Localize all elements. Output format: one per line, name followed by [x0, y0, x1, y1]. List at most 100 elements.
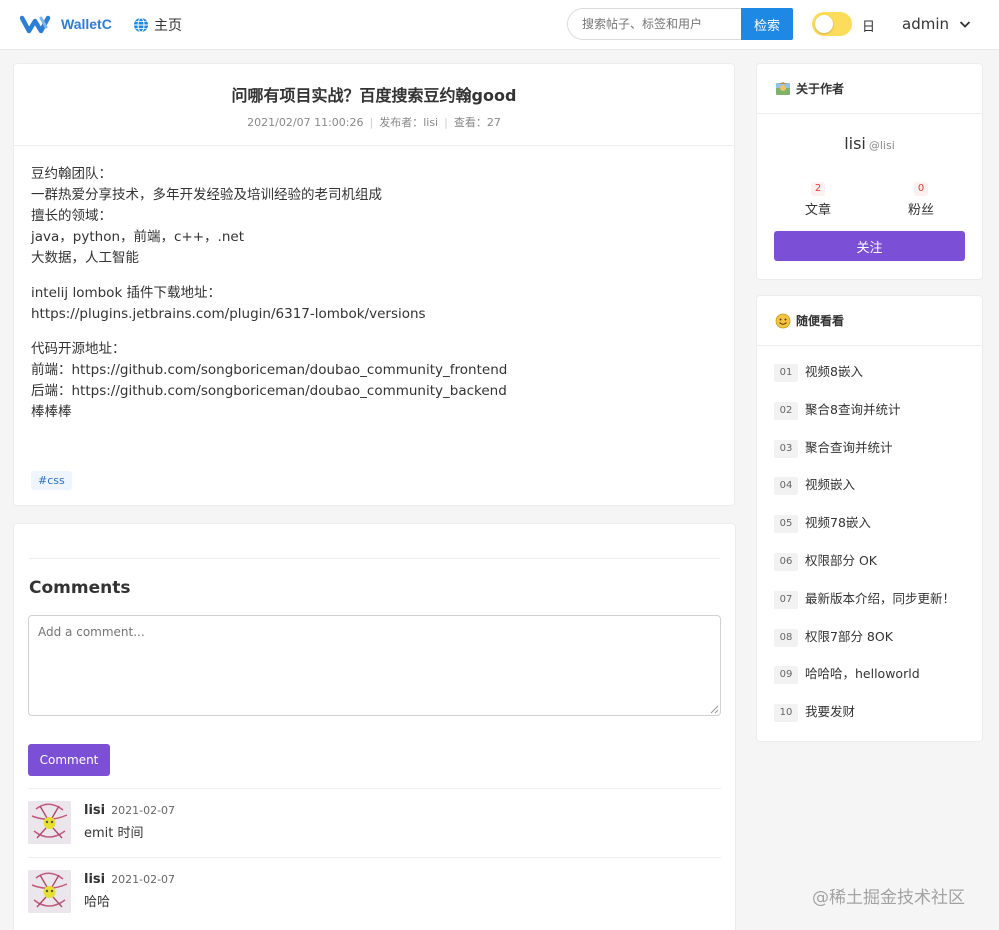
random-card-header: 随便看看: [757, 296, 982, 346]
item-number: 04: [774, 477, 798, 496]
globe-icon: [134, 17, 148, 33]
logo[interactable]: WalletC: [20, 12, 112, 36]
comment-author: lisi 2021-02-07: [84, 803, 175, 818]
item-title[interactable]: 最新版本介绍，同步更新！: [805, 589, 955, 609]
random-post-item[interactable]: 03 聚合查询并统计: [774, 438, 974, 476]
item-title[interactable]: 视频嵌入: [805, 475, 855, 495]
comment-author-name: lisi: [84, 872, 106, 887]
item-title[interactable]: 权限7部分 8OK: [805, 627, 893, 647]
username: admin: [902, 15, 949, 33]
search-input[interactable]: [567, 8, 742, 40]
item-number: 06: [774, 552, 798, 571]
comments-title: Comments: [29, 578, 131, 598]
stat-fans[interactable]: 0 粉丝: [891, 176, 951, 218]
theme-label: 日: [862, 20, 876, 35]
item-number: 03: [774, 439, 798, 458]
fans-count: 0: [913, 182, 929, 196]
author-card: 关于作者 lisi @lisi 2 文章 0 粉丝 关注: [756, 63, 983, 280]
articles-label: 文章: [804, 203, 831, 218]
random-post-item[interactable]: 06 权限部分 OK: [774, 551, 974, 589]
comment-date: 2021-02-07: [111, 804, 176, 817]
random-posts-card: 随便看看 01 视频8嵌入 02 聚合8查询并统计 03 聚合查询并统计 04 视频嵌入…: [756, 295, 983, 742]
comment-text: emit 时间: [84, 826, 144, 841]
random-post-list: 01 视频8嵌入 02 聚合8查询并统计 03 聚合查询并统计 04 视频嵌入 05 视频…: [774, 362, 974, 740]
submit-comment-button[interactable]: Comment: [28, 744, 110, 776]
logo-icon: [20, 15, 51, 34]
theme-toggle[interactable]: [812, 12, 852, 36]
author-name[interactable]: lisi: [844, 134, 866, 153]
text-line: https://plugins.jetbrains.com/plugin/631…: [31, 306, 426, 322]
paragraph: 代码开源地址： 前端：https://github.com/songborice…: [31, 339, 721, 423]
item-title[interactable]: 我要发财: [805, 702, 855, 722]
item-number: 02: [774, 401, 798, 420]
search-button[interactable]: 检索: [741, 8, 793, 40]
divider: [29, 558, 720, 559]
item-number: 05: [774, 515, 798, 534]
article-meta: 2021/02/07 11:00:26 | 发布者：lisi | 查看：27: [247, 116, 501, 129]
author-handle: @lisi: [868, 139, 895, 152]
text-line: 豆约翰团队：: [31, 166, 112, 182]
item-title[interactable]: 聚合查询并统计: [805, 438, 893, 458]
top-navbar: WalletC 主页 检索 日 admin: [0, 0, 999, 50]
random-post-item[interactable]: 05 视频78嵌入: [774, 513, 974, 551]
random-post-item[interactable]: 01 视频8嵌入: [774, 362, 974, 400]
random-post-item[interactable]: 09 哈哈哈，helloworld: [774, 664, 974, 702]
resize-grip-icon[interactable]: [710, 705, 719, 714]
random-card-title: 随便看看: [796, 314, 845, 328]
random-post-item[interactable]: 04 视频嵌入: [774, 475, 974, 513]
item-number: 01: [774, 364, 798, 382]
item-title[interactable]: 视频78嵌入: [805, 513, 871, 533]
smiley-icon: [775, 313, 791, 328]
item-number: 08: [774, 628, 798, 647]
user-dropdown[interactable]: admin: [902, 15, 971, 33]
item-title[interactable]: 哈哈哈，helloworld: [805, 664, 920, 684]
item-title[interactable]: 权限部分 OK: [805, 551, 877, 571]
text-line: 代码开源地址：: [31, 341, 126, 357]
random-post-item[interactable]: 07 最新版本介绍，同步更新！: [774, 589, 974, 627]
article-card: 问哪有项目实战？百度搜索豆约翰good 2021/02/07 11:00:26 |…: [13, 63, 735, 506]
nav-home-link[interactable]: 主页: [133, 15, 182, 35]
author-name-row: lisi @lisi: [757, 134, 982, 153]
tag-css[interactable]: #css: [31, 471, 72, 490]
author-card-header: 关于作者: [757, 64, 982, 114]
article-author: 发布者：lisi: [379, 116, 439, 129]
paragraph: 豆约翰团队： 一群热爱分享技术，多年开发经验及培训经验的老司机组成 擅长的领域：…: [31, 164, 721, 269]
avatar-icon: [28, 870, 71, 913]
stat-articles[interactable]: 2 文章: [788, 176, 848, 218]
text-line: 一群热爱分享技术，多年开发经验及培训经验的老司机组成: [31, 187, 382, 203]
nav-home-label: 主页: [154, 18, 182, 34]
comment-item: lisi 2021-02-07 emit 时间: [28, 788, 721, 858]
fans-label: 粉丝: [907, 203, 934, 218]
item-title[interactable]: 视频8嵌入: [805, 362, 863, 382]
comment-author-name: lisi: [84, 803, 106, 818]
comments-card: Comments Comment lisi 2021-02-07 emit 时间: [13, 523, 736, 930]
random-post-item[interactable]: 02 聚合8查询并统计: [774, 400, 974, 438]
article-views: 查看：27: [453, 116, 501, 129]
paragraph: intelij lombok 插件下载地址： https://plugins.j…: [31, 283, 721, 325]
watermark: @稀土掘金技术社区: [812, 888, 965, 908]
avatar[interactable]: [28, 801, 71, 844]
article-title: 问哪有项目实战？百度搜索豆约翰good: [231, 86, 517, 105]
chevron-down-icon: [959, 21, 971, 28]
avatar-icon: [28, 801, 71, 844]
random-post-item[interactable]: 08 权限7部分 8OK: [774, 627, 974, 665]
random-post-item[interactable]: 10 我要发财: [774, 702, 974, 740]
comment-item: lisi 2021-02-07 哈哈: [28, 857, 721, 927]
item-number: 07: [774, 590, 798, 609]
divider: [14, 145, 734, 146]
author-card-title: 关于作者: [796, 82, 845, 96]
avatar[interactable]: [28, 870, 71, 913]
text-line: intelij lombok 插件下载地址：: [31, 285, 222, 301]
comment-textarea[interactable]: [28, 615, 721, 716]
item-number: 10: [774, 704, 798, 723]
item-title[interactable]: 聚合8查询并统计: [805, 400, 900, 420]
comment-author: lisi 2021-02-07: [84, 872, 175, 887]
text-line: 棒棒棒: [31, 404, 72, 420]
comment-text: 哈哈: [84, 895, 111, 910]
item-number: 09: [774, 666, 798, 685]
articles-count: 2: [810, 182, 826, 196]
text-line: 后端：https://github.com/songboriceman/doub…: [31, 383, 507, 399]
follow-button[interactable]: 关注: [774, 231, 965, 261]
text-line: 前端：https://github.com/songboriceman/doub…: [31, 362, 508, 378]
toggle-knob: [815, 15, 833, 33]
